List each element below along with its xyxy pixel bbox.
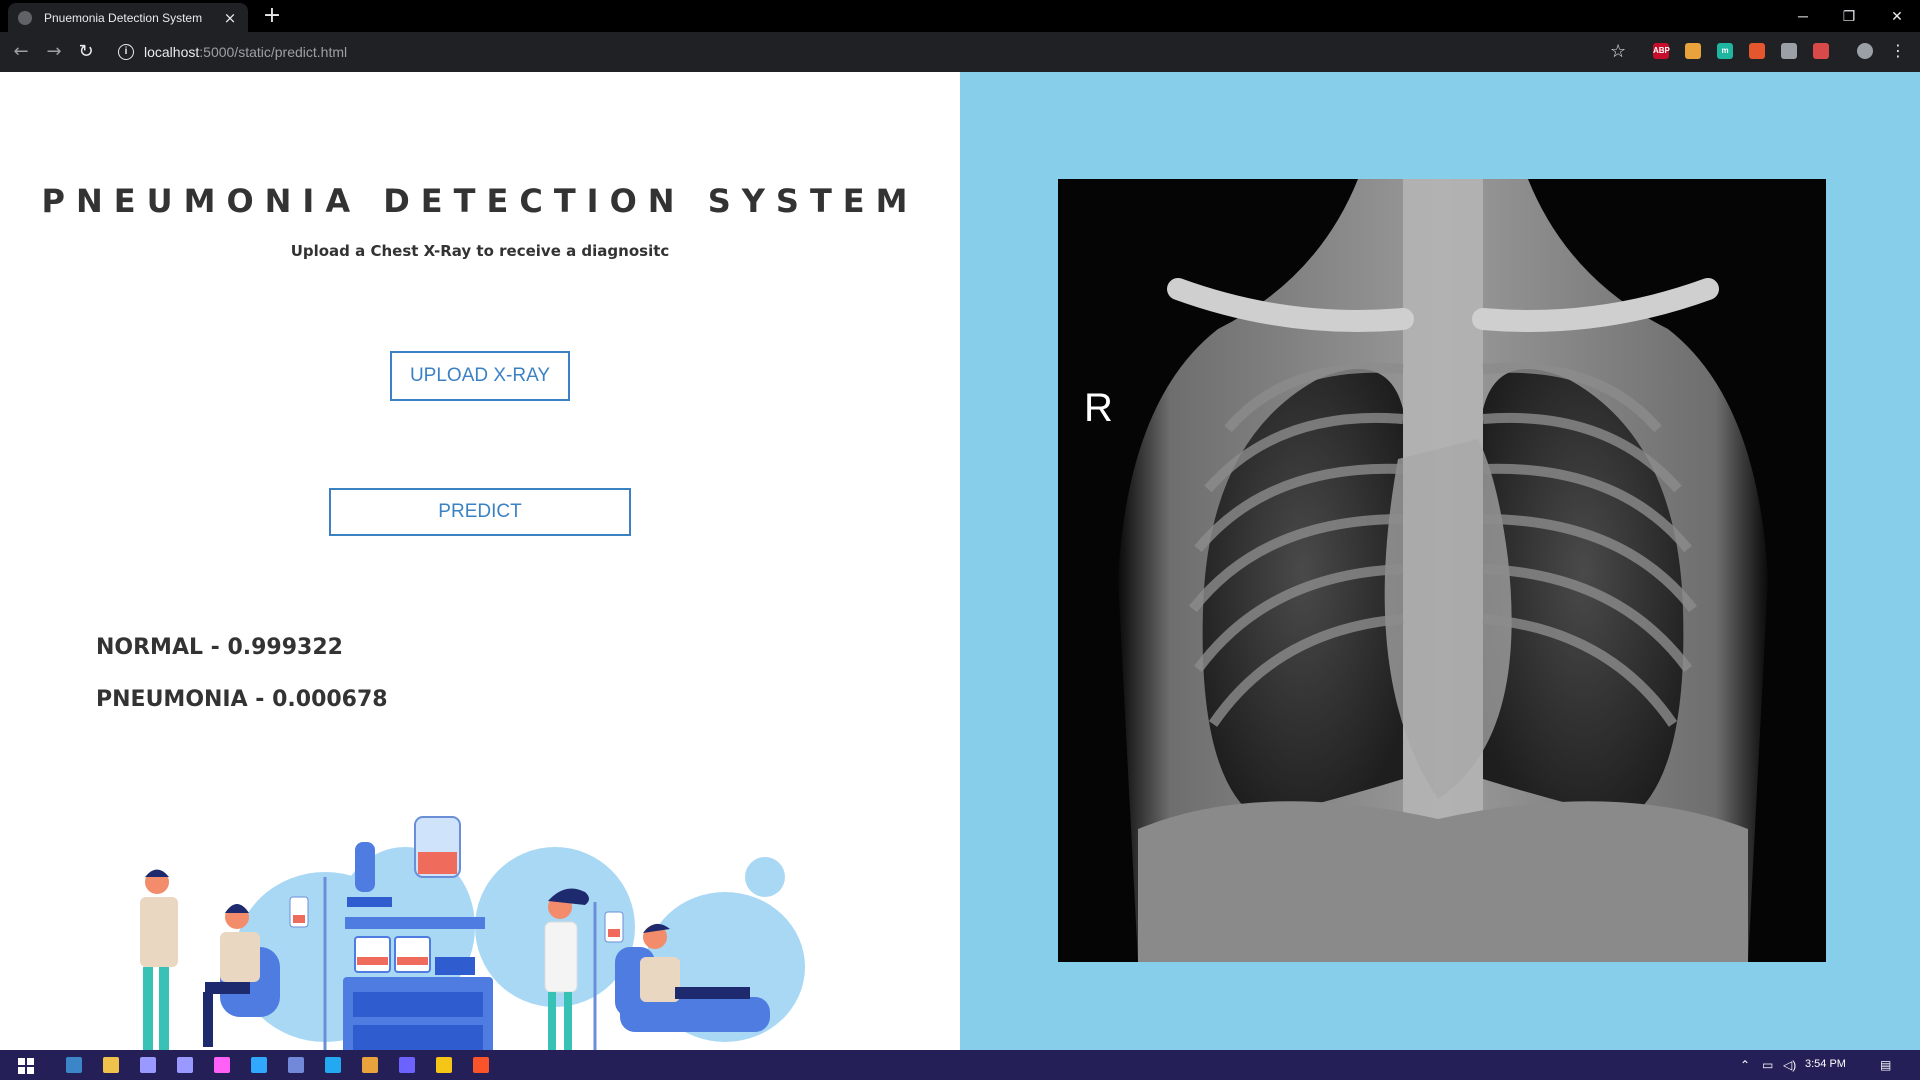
app-icon[interactable] <box>399 1057 415 1073</box>
browser-tab[interactable]: Pnuemonia Detection System × <box>8 3 248 32</box>
windows-start-icon[interactable] <box>18 1058 34 1074</box>
url-path: :5000/static/predict.html <box>199 44 348 60</box>
left-panel: PNEUMONIA DETECTION SYSTEM Upload a Ches… <box>0 72 960 1072</box>
volume-icon[interactable]: ◁) <box>1783 1057 1796 1073</box>
browser-toolbar: ← → ↻ i localhost:5000/static/predict.ht… <box>0 32 1920 72</box>
profile-avatar-icon[interactable] <box>1857 43 1873 59</box>
new-tab-button[interactable]: + <box>260 4 284 28</box>
vscode-icon[interactable] <box>325 1057 341 1073</box>
browser-menu-icon[interactable]: ⋮ <box>1890 41 1906 61</box>
tab-title: Pnuemonia Detection System <box>44 10 203 25</box>
notification-icon[interactable]: ▤ <box>1880 1057 1891 1073</box>
browser-tab-bar: Pnuemonia Detection System × + ─ ❐ ✕ <box>0 0 1920 32</box>
upload-xray-button[interactable]: UPLOAD X-RAY <box>390 351 570 401</box>
brave-icon[interactable] <box>473 1057 489 1073</box>
right-panel <box>960 72 1920 1050</box>
xray-side-marker: R <box>1084 386 1113 430</box>
forward-arrow-icon[interactable]: → <box>42 40 66 64</box>
tab-favicon-icon <box>18 10 32 25</box>
extension-icon[interactable] <box>1781 43 1797 59</box>
extension-icon[interactable] <box>1749 43 1765 59</box>
bookmark-star-icon[interactable]: ☆ <box>1610 41 1626 63</box>
page-title: PNEUMONIA DETECTION SYSTEM <box>41 182 919 220</box>
reload-icon[interactable]: ↻ <box>74 40 98 64</box>
extension-icon[interactable] <box>1685 43 1701 59</box>
back-arrow-icon[interactable]: ← <box>9 40 33 64</box>
result-pneumonia: PNEUMONIA - 0.000678 <box>96 687 388 712</box>
windows-taskbar: ⌃ ▭ ◁) 3:54 PM ▤ <box>0 1050 1920 1080</box>
xd-icon[interactable] <box>214 1057 230 1073</box>
page-subtitle: Upload a Chest X-Ray to receive a diagno… <box>290 242 670 260</box>
taskbar-clock[interactable]: 3:54 PM <box>1805 1058 1846 1070</box>
result-normal: NORMAL - 0.999322 <box>96 635 343 660</box>
extension-icon[interactable] <box>1813 43 1829 59</box>
chrome-icon[interactable] <box>362 1057 378 1073</box>
discord-icon[interactable] <box>288 1057 304 1073</box>
network-icon[interactable]: ▭ <box>1762 1057 1773 1073</box>
restore-button[interactable]: ❐ <box>1826 0 1872 32</box>
xray-image <box>1058 179 1826 962</box>
url-host: localhost <box>144 44 200 60</box>
predict-button[interactable]: PREDICT <box>329 488 631 536</box>
tab-close-icon[interactable]: × <box>222 9 238 27</box>
adblock-plus-icon[interactable]: ABP <box>1653 43 1670 59</box>
extension-icon[interactable]: m <box>1717 43 1733 59</box>
medical-illustration <box>135 816 805 1072</box>
minimize-button[interactable]: ─ <box>1780 0 1826 32</box>
app-icon[interactable] <box>436 1057 452 1073</box>
photoshop-icon[interactable] <box>251 1057 267 1073</box>
premiere-icon[interactable] <box>140 1057 156 1073</box>
close-window-button[interactable]: ✕ <box>1874 0 1920 32</box>
address-bar[interactable]: i localhost:5000/static/predict.html <box>108 36 1638 68</box>
steam-icon[interactable] <box>66 1057 82 1073</box>
site-info-icon[interactable]: i <box>118 44 134 60</box>
after-effects-icon[interactable] <box>177 1057 193 1073</box>
file-explorer-icon[interactable] <box>103 1057 119 1073</box>
tray-chevron-icon[interactable]: ⌃ <box>1740 1057 1750 1073</box>
